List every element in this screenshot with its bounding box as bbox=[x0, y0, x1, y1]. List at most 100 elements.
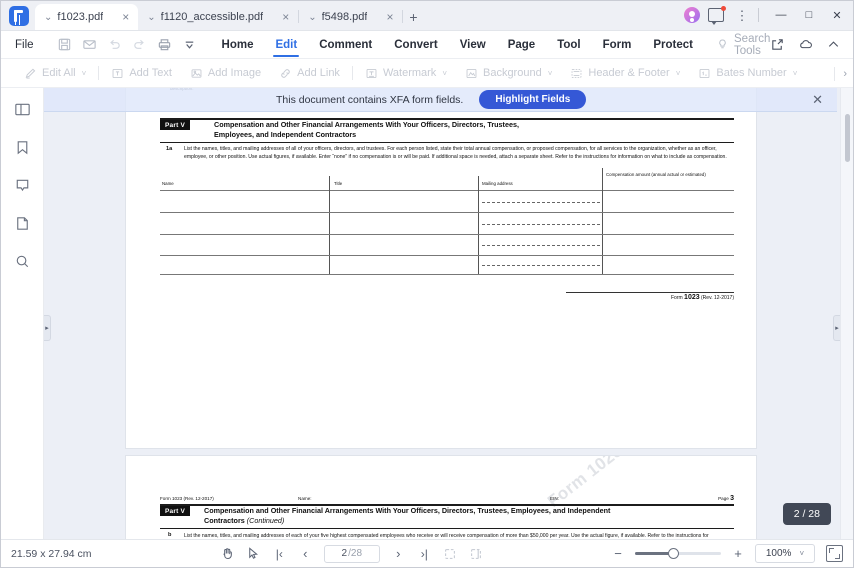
edit-ribbon-toolbar: Edit All ˅ Add Text Add Image Add Link W… bbox=[1, 59, 853, 88]
rule bbox=[160, 255, 734, 256]
zoom-out-button[interactable]: − bbox=[612, 546, 624, 561]
redo-icon[interactable] bbox=[132, 37, 147, 52]
minimize-button[interactable]: — bbox=[767, 1, 795, 30]
zoom-slider-knob[interactable] bbox=[668, 548, 679, 559]
sidebar-item-thumbnails[interactable] bbox=[13, 100, 32, 119]
divider bbox=[98, 66, 100, 80]
page1-part-title: Compensation and Other Financial Arrange… bbox=[214, 120, 519, 139]
expand-right-panel-handle[interactable]: ▸ bbox=[833, 315, 840, 341]
pdf-page-2[interactable]: Form 1023 Pay.gov representative copies … bbox=[126, 88, 756, 448]
menu-item-home[interactable]: Home bbox=[211, 31, 265, 58]
expand-left-panel-handle[interactable]: ▸ bbox=[44, 315, 51, 341]
document-tab-3[interactable]: ⌄ f5498.pdf × bbox=[299, 4, 402, 30]
sidebar-item-attachments[interactable] bbox=[13, 214, 32, 233]
zoom-in-button[interactable]: + bbox=[732, 546, 744, 561]
next-page-button[interactable]: › bbox=[391, 546, 406, 561]
add-text-button[interactable]: Add Text bbox=[102, 67, 181, 80]
search-tools[interactable]: Search Tools bbox=[716, 33, 770, 57]
tab-close-icon[interactable]: × bbox=[383, 11, 396, 23]
notifications-icon[interactable] bbox=[708, 6, 726, 25]
zoom-slider[interactable] bbox=[635, 548, 721, 559]
single-page-view-icon[interactable] bbox=[443, 546, 458, 561]
edit-all-button[interactable]: Edit All ˅ bbox=[15, 67, 95, 80]
banner-close-icon[interactable]: ✕ bbox=[812, 93, 823, 106]
scrollbar-thumb[interactable] bbox=[845, 114, 850, 162]
watermark-button[interactable]: Watermark ˅ bbox=[356, 67, 456, 80]
rule bbox=[160, 274, 734, 275]
file-menu[interactable]: File bbox=[1, 39, 45, 51]
quick-access-dropdown-icon[interactable] bbox=[182, 37, 197, 52]
first-page-button[interactable]: |‹ bbox=[272, 546, 287, 561]
pdf-page-3[interactable]: Form 1023 Pay.gov Form 1023 (Rev. 12-201… bbox=[126, 456, 756, 539]
share-icon[interactable] bbox=[770, 37, 785, 52]
page1-part-badge: Part V bbox=[160, 120, 190, 130]
select-tool-icon[interactable] bbox=[246, 546, 261, 561]
page-dimensions-label: 21.59 x 27.94 cm bbox=[11, 547, 92, 560]
document-tab-1[interactable]: ⌄ f1023.pdf × bbox=[35, 4, 139, 30]
hand-tool-icon[interactable] bbox=[220, 546, 235, 561]
page1-col-title: Title bbox=[334, 181, 343, 186]
page2-header-form: Form 1023 (Rev. 12-2017) bbox=[160, 496, 214, 501]
bates-number-button[interactable]: Bates Number ˅ bbox=[689, 67, 806, 80]
rule bbox=[482, 224, 600, 225]
menu-item-tool[interactable]: Tool bbox=[546, 31, 591, 58]
last-page-button[interactable]: ›| bbox=[417, 546, 432, 561]
menu-item-convert[interactable]: Convert bbox=[383, 31, 448, 58]
sidebar-item-bookmarks[interactable] bbox=[13, 138, 32, 157]
maximize-button[interactable]: □ bbox=[795, 1, 823, 30]
add-text-label: Add Text bbox=[129, 67, 172, 79]
more-options-icon[interactable]: ⋮ bbox=[734, 9, 750, 22]
rule bbox=[478, 176, 479, 274]
fit-page-icon[interactable] bbox=[826, 545, 843, 562]
chevron-down-icon: ⌄ bbox=[147, 11, 156, 23]
collapse-ribbon-icon[interactable] bbox=[826, 37, 841, 52]
continuous-view-icon[interactable] bbox=[469, 546, 484, 561]
user-avatar[interactable] bbox=[684, 7, 700, 23]
background-button[interactable]: Background ˅ bbox=[456, 67, 561, 80]
xfa-message: This document contains XFA form fields. bbox=[276, 93, 464, 106]
vertical-scrollbar[interactable] bbox=[840, 88, 853, 539]
chevron-down-icon: ˅ bbox=[81, 68, 87, 78]
menu-item-comment[interactable]: Comment bbox=[308, 31, 383, 58]
rule bbox=[482, 202, 600, 203]
menu-item-view[interactable]: View bbox=[449, 31, 497, 58]
close-window-button[interactable]: ✕ bbox=[823, 1, 851, 30]
tab-close-icon[interactable]: × bbox=[119, 11, 132, 23]
email-icon[interactable] bbox=[82, 37, 97, 52]
page1-col-address: Mailing address bbox=[482, 181, 513, 186]
highlight-fields-button[interactable]: Highlight Fields bbox=[479, 90, 587, 109]
zoom-controls: − + 100% ˅ bbox=[612, 544, 843, 563]
tab-close-icon[interactable]: × bbox=[279, 11, 292, 23]
page1-col-name: Name bbox=[162, 181, 174, 186]
cloud-icon[interactable] bbox=[798, 37, 813, 52]
menu-item-protect[interactable]: Protect bbox=[642, 31, 704, 58]
header-footer-button[interactable]: Header & Footer ˅ bbox=[561, 67, 689, 80]
page1-footer: Form 1023 (Rev. 12-2017) bbox=[670, 294, 734, 301]
chevron-down-icon: ⌄ bbox=[308, 11, 317, 23]
tab-label: f1023.pdf bbox=[57, 11, 104, 23]
page-number-input[interactable]: 2 /28 bbox=[323, 544, 380, 563]
sidebar-item-search[interactable] bbox=[13, 252, 32, 271]
menu-item-form[interactable]: Form bbox=[592, 31, 643, 58]
previous-page-button[interactable]: ‹ bbox=[298, 546, 313, 561]
tab-label: f1120_accessible.pdf bbox=[160, 11, 264, 23]
print-icon[interactable] bbox=[157, 37, 172, 52]
edit-all-label: Edit All bbox=[42, 67, 76, 79]
undo-icon[interactable] bbox=[107, 37, 122, 52]
menu-item-page[interactable]: Page bbox=[497, 31, 547, 58]
page2-item-text: List the names, titles, and mailing addr… bbox=[184, 533, 709, 539]
xfa-notification-banner: This document contains XFA form fields. … bbox=[44, 88, 837, 112]
zoom-level-select[interactable]: 100% ˅ bbox=[755, 544, 815, 563]
sidebar-item-comments[interactable] bbox=[13, 176, 32, 195]
new-tab-button[interactable]: + bbox=[403, 6, 423, 28]
ribbon-overflow-button[interactable]: › bbox=[826, 59, 847, 88]
document-tab-2[interactable]: ⌄ f1120_accessible.pdf × bbox=[138, 4, 298, 30]
rule bbox=[160, 212, 734, 213]
pdfelement-window: ⌄ f1023.pdf × ⌄ f1120_accessible.pdf × ⌄… bbox=[0, 0, 854, 568]
document-viewer[interactable]: Form 1023 Pay.gov representative copies … bbox=[44, 88, 853, 539]
save-icon[interactable] bbox=[57, 37, 72, 52]
rule bbox=[160, 190, 734, 191]
menu-item-edit[interactable]: Edit bbox=[264, 31, 308, 58]
add-image-button[interactable]: Add Image bbox=[181, 67, 270, 80]
add-link-button[interactable]: Add Link bbox=[270, 67, 349, 80]
